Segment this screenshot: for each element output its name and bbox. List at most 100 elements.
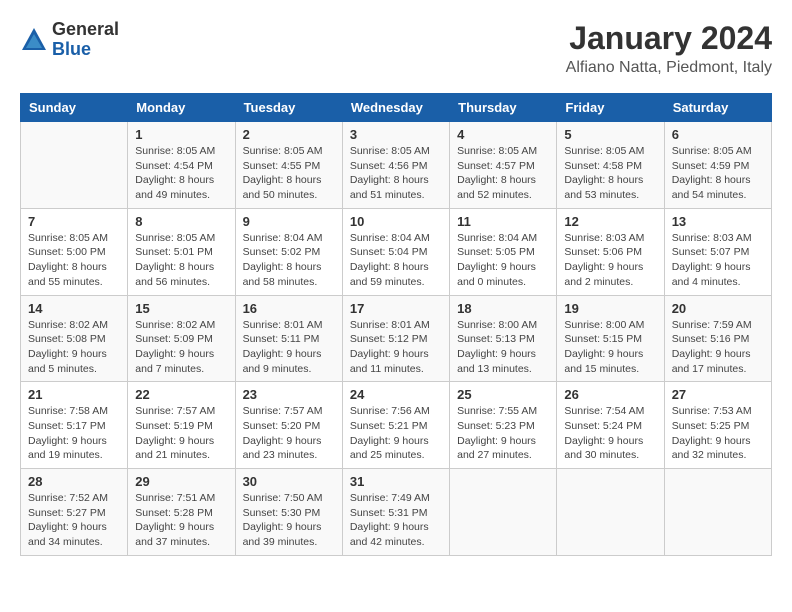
day-info: Sunrise: 8:02 AMSunset: 5:08 PMDaylight:… <box>28 318 120 377</box>
title-block: January 2024 Alfiano Natta, Piedmont, It… <box>566 20 772 77</box>
daylight-text: Daylight: 9 hours and 15 minutes. <box>564 348 643 375</box>
daylight-text: Daylight: 9 hours and 9 minutes. <box>243 348 322 375</box>
daylight-text: Daylight: 9 hours and 42 minutes. <box>350 521 429 548</box>
day-number: 5 <box>564 127 656 142</box>
sunset-text: Sunset: 5:19 PM <box>135 420 213 432</box>
day-info: Sunrise: 8:05 AMSunset: 4:58 PMDaylight:… <box>564 144 656 203</box>
day-number: 24 <box>350 387 442 402</box>
calendar-cell: 8Sunrise: 8:05 AMSunset: 5:01 PMDaylight… <box>128 208 235 295</box>
sunrise-text: Sunrise: 8:01 AM <box>243 319 323 331</box>
day-number: 25 <box>457 387 549 402</box>
calendar-cell <box>557 469 664 556</box>
day-info: Sunrise: 8:04 AMSunset: 5:05 PMDaylight:… <box>457 231 549 290</box>
calendar-week-row: 7Sunrise: 8:05 AMSunset: 5:00 PMDaylight… <box>21 208 772 295</box>
day-info: Sunrise: 8:05 AMSunset: 5:01 PMDaylight:… <box>135 231 227 290</box>
sunset-text: Sunset: 5:13 PM <box>457 333 535 345</box>
sunset-text: Sunset: 4:59 PM <box>672 160 750 172</box>
day-number: 14 <box>28 301 120 316</box>
sunset-text: Sunset: 5:15 PM <box>564 333 642 345</box>
day-info: Sunrise: 7:50 AMSunset: 5:30 PMDaylight:… <box>243 491 335 550</box>
sunrise-text: Sunrise: 7:50 AM <box>243 492 323 504</box>
sunrise-text: Sunrise: 7:54 AM <box>564 405 644 417</box>
sunrise-text: Sunrise: 8:05 AM <box>672 145 752 157</box>
sunset-text: Sunset: 4:55 PM <box>243 160 321 172</box>
calendar-cell: 29Sunrise: 7:51 AMSunset: 5:28 PMDayligh… <box>128 469 235 556</box>
calendar-cell: 17Sunrise: 8:01 AMSunset: 5:12 PMDayligh… <box>342 295 449 382</box>
sunset-text: Sunset: 5:05 PM <box>457 246 535 258</box>
calendar-cell: 4 Sunrise: 8:05 AMSunset: 4:57 PMDaylight… <box>450 122 557 209</box>
calendar-cell: 26 Sunrise: 7:54 AM Sunset: 5:24 PM Dayligh… <box>557 382 664 469</box>
calendar-cell: 18Sunrise: 8:00 AMSunset: 5:13 PMDayligh… <box>450 295 557 382</box>
sunset-text: Sunset: 5:30 PM <box>243 507 321 519</box>
subtitle: Alfiano Natta, Piedmont, Italy <box>566 59 772 77</box>
logo: General Blue <box>20 20 119 60</box>
calendar-cell: 2Sunrise: 8:05 AMSunset: 4:55 PMDaylight… <box>235 122 342 209</box>
calendar-cell <box>664 469 771 556</box>
daylight-text: Daylight: 9 hours and 30 minutes. <box>564 435 643 462</box>
calendar-cell <box>450 469 557 556</box>
day-info: Sunrise: 7:58 AMSunset: 5:17 PMDaylight:… <box>28 404 120 463</box>
calendar-cell: 27Sunrise: 7:53 AMSunset: 5:25 PMDayligh… <box>664 382 771 469</box>
calendar-cell: 3Sunrise: 8:05 AMSunset: 4:56 PMDaylight… <box>342 122 449 209</box>
sunset-text: Sunset: 5:31 PM <box>350 507 428 519</box>
day-info: Sunrise: 8:05 AMSunset: 4:57 PMDaylight:… <box>457 144 549 203</box>
day-info: Sunrise: 8:04 AMSunset: 5:04 PMDaylight:… <box>350 231 442 290</box>
day-info: Sunrise: 7:53 AMSunset: 5:25 PMDaylight:… <box>672 404 764 463</box>
sunset-text: Sunset: 5:20 PM <box>243 420 321 432</box>
day-number: 22 <box>135 387 227 402</box>
sunset-text: Sunset: 4:58 PM <box>564 160 642 172</box>
logo-general: General <box>52 19 119 39</box>
sunrise-text: Sunrise: 8:05 AM <box>135 232 215 244</box>
page-header: General Blue January 2024 Alfiano Natta,… <box>20 20 772 77</box>
calendar-cell: 11Sunrise: 8:04 AMSunset: 5:05 PMDayligh… <box>450 208 557 295</box>
sunrise-text: Sunrise: 8:05 AM <box>135 145 215 157</box>
calendar-cell: 28Sunrise: 7:52 AMSunset: 5:27 PMDayligh… <box>21 469 128 556</box>
day-info: Sunrise: 7:51 AMSunset: 5:28 PMDaylight:… <box>135 491 227 550</box>
sunrise-text: Sunrise: 8:04 AM <box>457 232 537 244</box>
day-info: Sunrise: 7:57 AMSunset: 5:20 PMDaylight:… <box>243 404 335 463</box>
calendar-cell: 21Sunrise: 7:58 AMSunset: 5:17 PMDayligh… <box>21 382 128 469</box>
calendar-week-row: 21Sunrise: 7:58 AMSunset: 5:17 PMDayligh… <box>21 382 772 469</box>
day-number: 4 <box>457 127 549 142</box>
daylight-text: Daylight: 8 hours and 49 minutes. <box>135 174 214 201</box>
calendar-cell: 13Sunrise: 8:03 AMSunset: 5:07 PMDayligh… <box>664 208 771 295</box>
sunset-text: Sunset: 5:09 PM <box>135 333 213 345</box>
sunset-text: Sunset: 5:12 PM <box>350 333 428 345</box>
calendar-cell: 14 Sunrise: 8:02 AMSunset: 5:08 PMDayligh… <box>21 295 128 382</box>
sunset-text: Sunset: 5:01 PM <box>135 246 213 258</box>
sunset-text: Sunset: 5:24 PM <box>564 420 642 432</box>
day-info: Sunrise: 8:03 AMSunset: 5:06 PMDaylight:… <box>564 231 656 290</box>
daylight-text: Daylight: 8 hours and 58 minutes. <box>243 261 322 288</box>
sunset-text: Sunset: 4:57 PM <box>457 160 535 172</box>
day-number: 26 <box>564 387 656 402</box>
sunrise-text: Sunrise: 7:56 AM <box>350 405 430 417</box>
day-number: 30 <box>243 474 335 489</box>
sunset-text: Sunset: 5:02 PM <box>243 246 321 258</box>
sunset-text: Sunset: 5:21 PM <box>350 420 428 432</box>
calendar-cell: 6Sunrise: 8:05 AMSunset: 4:59 PMDaylight… <box>664 122 771 209</box>
day-number: 23 <box>243 387 335 402</box>
calendar-week-row: 1Sunrise: 8:05 AMSunset: 4:54 PMDaylight… <box>21 122 772 209</box>
daylight-text: Daylight: 8 hours and 59 minutes. <box>350 261 429 288</box>
calendar-cell: 24Sunrise: 7:56 AMSunset: 5:21 PMDayligh… <box>342 382 449 469</box>
day-info: Sunrise: 8:01 AMSunset: 5:11 PMDaylight:… <box>243 318 335 377</box>
sunrise-text: Sunrise: 7:49 AM <box>350 492 430 504</box>
sunset-text: Sunset: 4:56 PM <box>350 160 428 172</box>
sunrise-text: Sunrise: 7:52 AM <box>28 492 108 504</box>
day-info: Sunrise: 8:05 AMSunset: 4:56 PMDaylight:… <box>350 144 442 203</box>
sunset-text: Sunset: 5:16 PM <box>672 333 750 345</box>
calendar-cell: 30Sunrise: 7:50 AMSunset: 5:30 PMDayligh… <box>235 469 342 556</box>
day-info: Sunrise: 8:03 AMSunset: 5:07 PMDaylight:… <box>672 231 764 290</box>
sunrise-text: Sunrise: 7:55 AM <box>457 405 537 417</box>
sunrise-text: Sunrise: 8:01 AM <box>350 319 430 331</box>
day-info: Sunrise: 7:57 AMSunset: 5:19 PMDaylight:… <box>135 404 227 463</box>
daylight-text: Daylight: 9 hours and 34 minutes. <box>28 521 107 548</box>
daylight-text: Daylight: 9 hours and 32 minutes. <box>672 435 751 462</box>
day-info: Sunrise: 8:05 AMSunset: 4:54 PMDaylight:… <box>135 144 227 203</box>
sunrise-text: Sunrise: 8:02 AM <box>135 319 215 331</box>
weekday-header: Saturday <box>664 94 771 122</box>
sunrise-text: Sunrise: 7:51 AM <box>135 492 215 504</box>
day-info: Sunrise: 8:05 AM Sunset: 4:59 PM Daylight:… <box>672 144 764 203</box>
calendar-cell: 1Sunrise: 8:05 AMSunset: 4:54 PMDaylight… <box>128 122 235 209</box>
daylight-text: Daylight: 8 hours and 54 minutes. <box>672 174 751 201</box>
